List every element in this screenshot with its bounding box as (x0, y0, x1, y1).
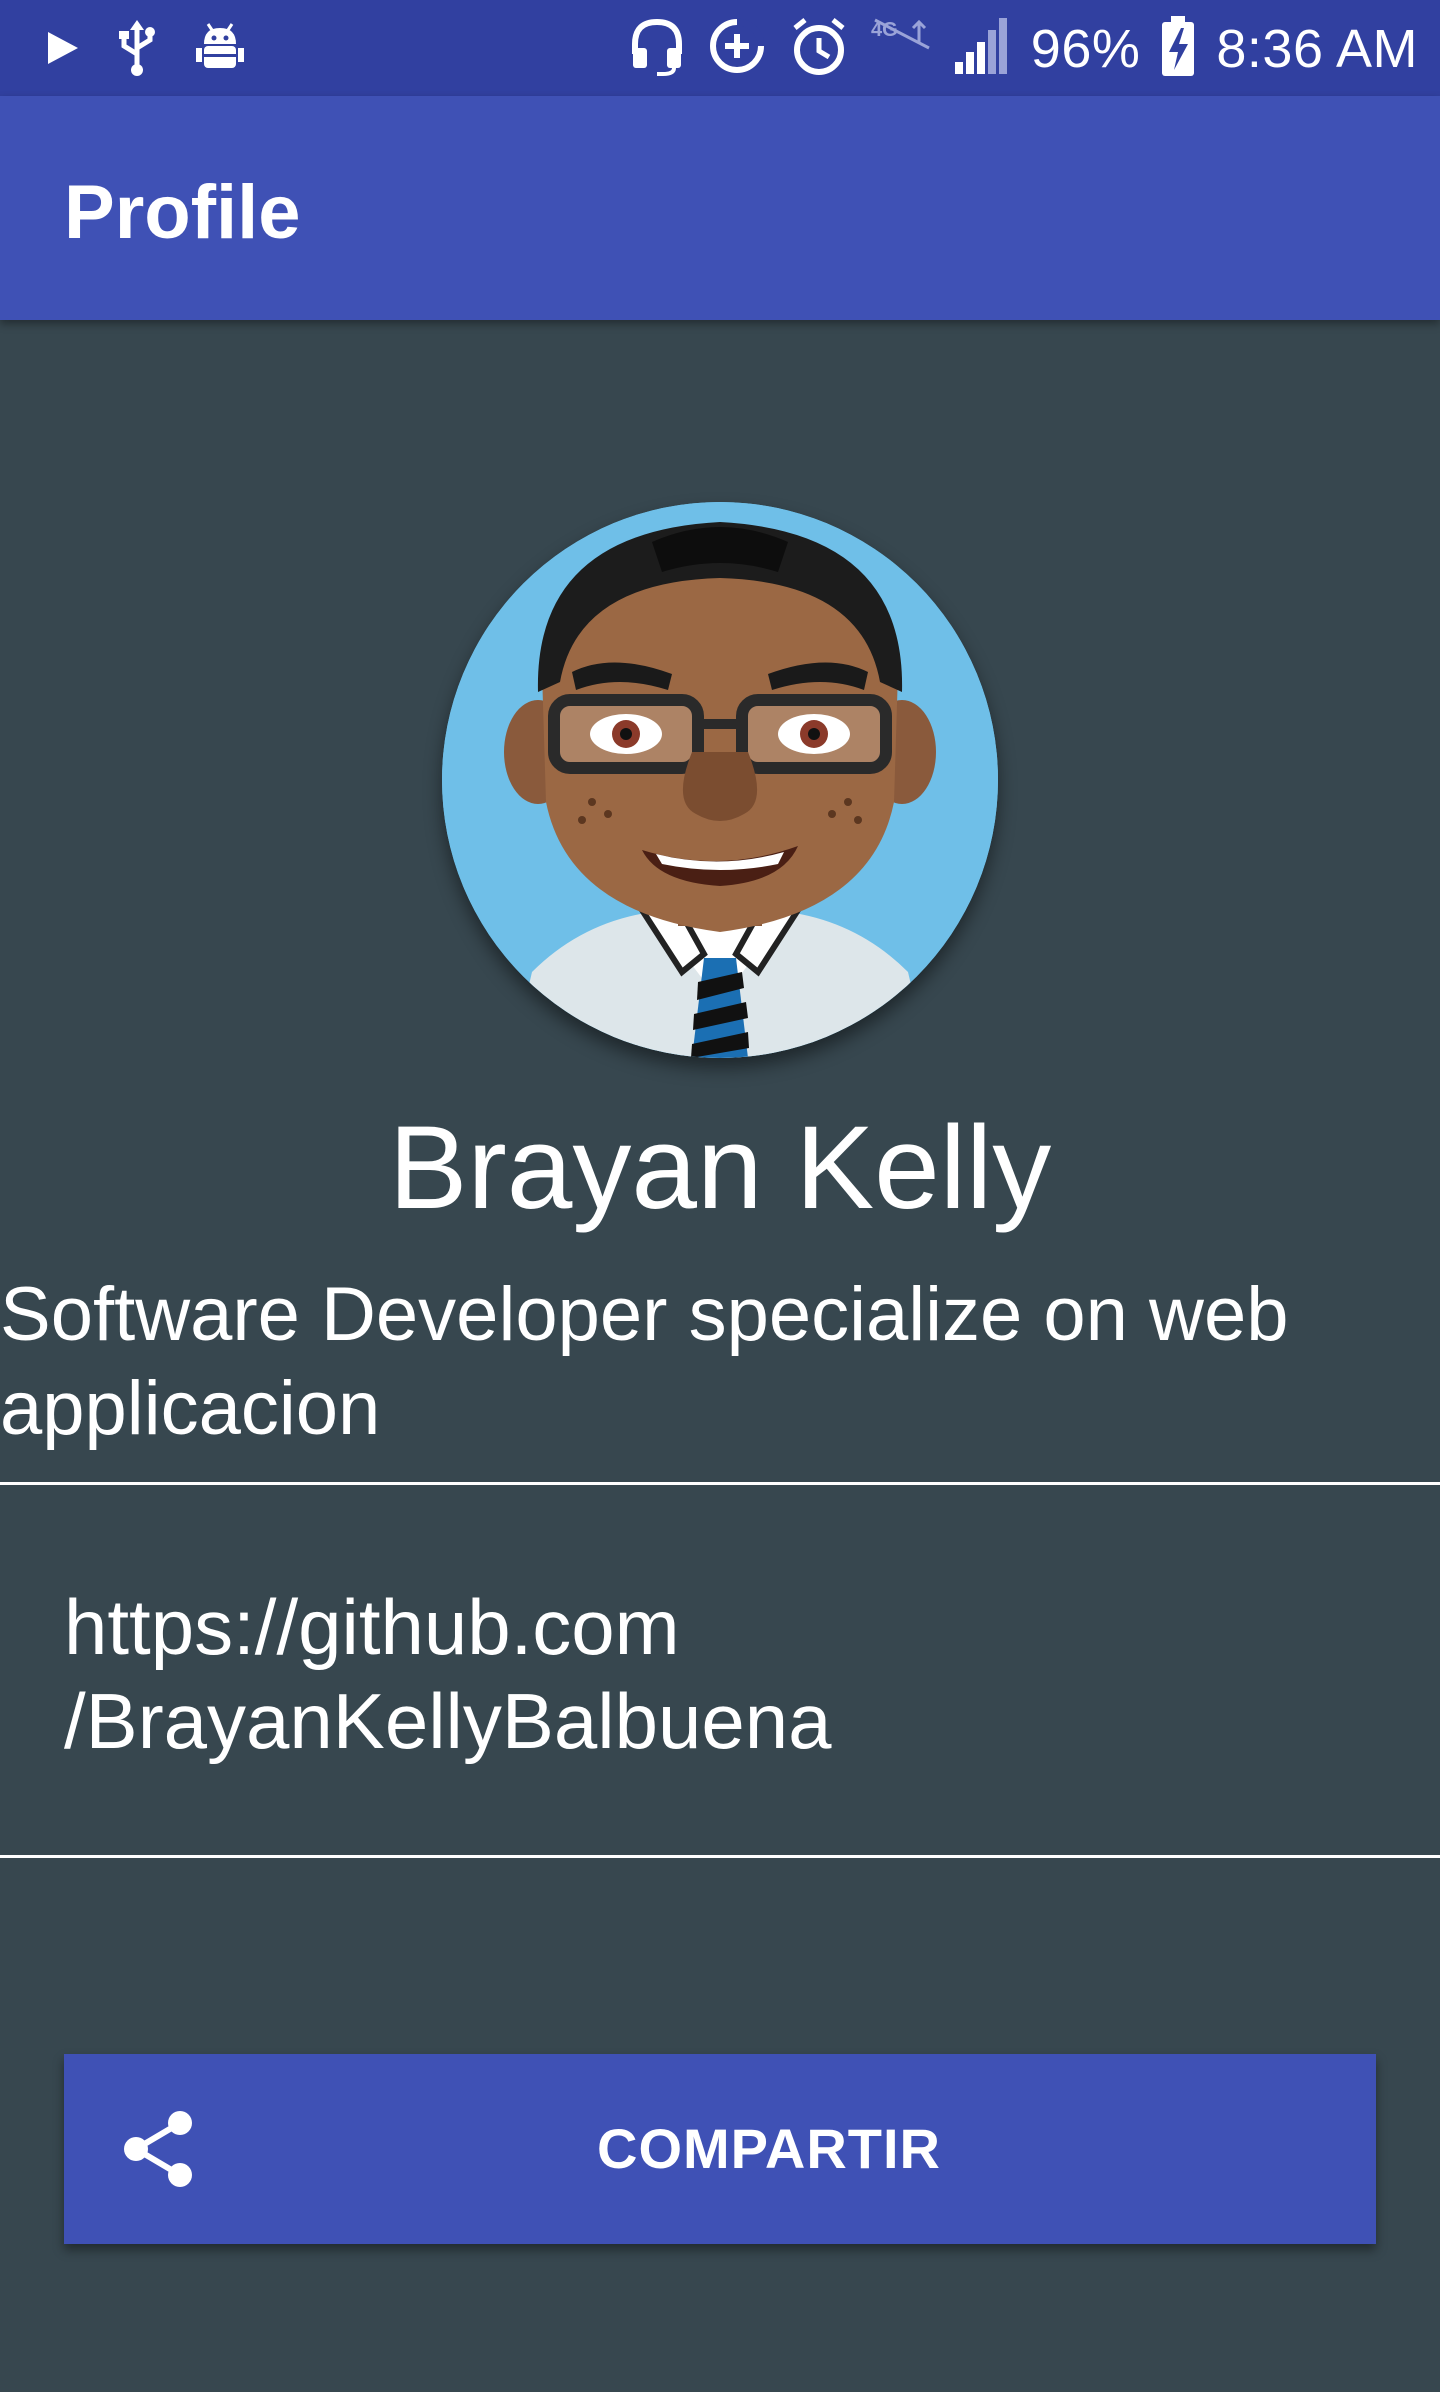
app-bar: Profile (0, 96, 1440, 320)
play-icon (42, 18, 82, 83)
lte-icon: 4G (869, 14, 935, 83)
page-title: Profile (64, 170, 301, 255)
status-right-icons: 4G 96% 8:36 AM (627, 14, 1418, 83)
share-button[interactable]: COMPARTIR (64, 2054, 1376, 2244)
status-bar: 4G 96% 8:36 AM (0, 0, 1440, 96)
status-left-icons (42, 18, 248, 83)
alarm-icon (787, 14, 851, 83)
android-debug-icon (192, 18, 248, 83)
profile-name: Brayan Kelly (388, 1102, 1052, 1234)
avatar (442, 502, 998, 1058)
divider-bottom (0, 1855, 1440, 1858)
signal-icon (953, 14, 1013, 83)
share-button-label: COMPARTIR (597, 2117, 941, 2180)
usb-icon (112, 18, 162, 83)
clock: 8:36 AM (1216, 18, 1418, 79)
github-link[interactable]: https://github.com /BrayanKellyBalbuena (64, 1580, 1364, 1768)
data-saver-icon (705, 14, 769, 83)
battery-charging-icon (1158, 14, 1198, 83)
headset-icon (627, 14, 687, 83)
divider-top (0, 1482, 1440, 1485)
profile-bio: Software Developer specialize on web app… (0, 1272, 1289, 1451)
battery-percentage: 96% (1030, 18, 1141, 79)
